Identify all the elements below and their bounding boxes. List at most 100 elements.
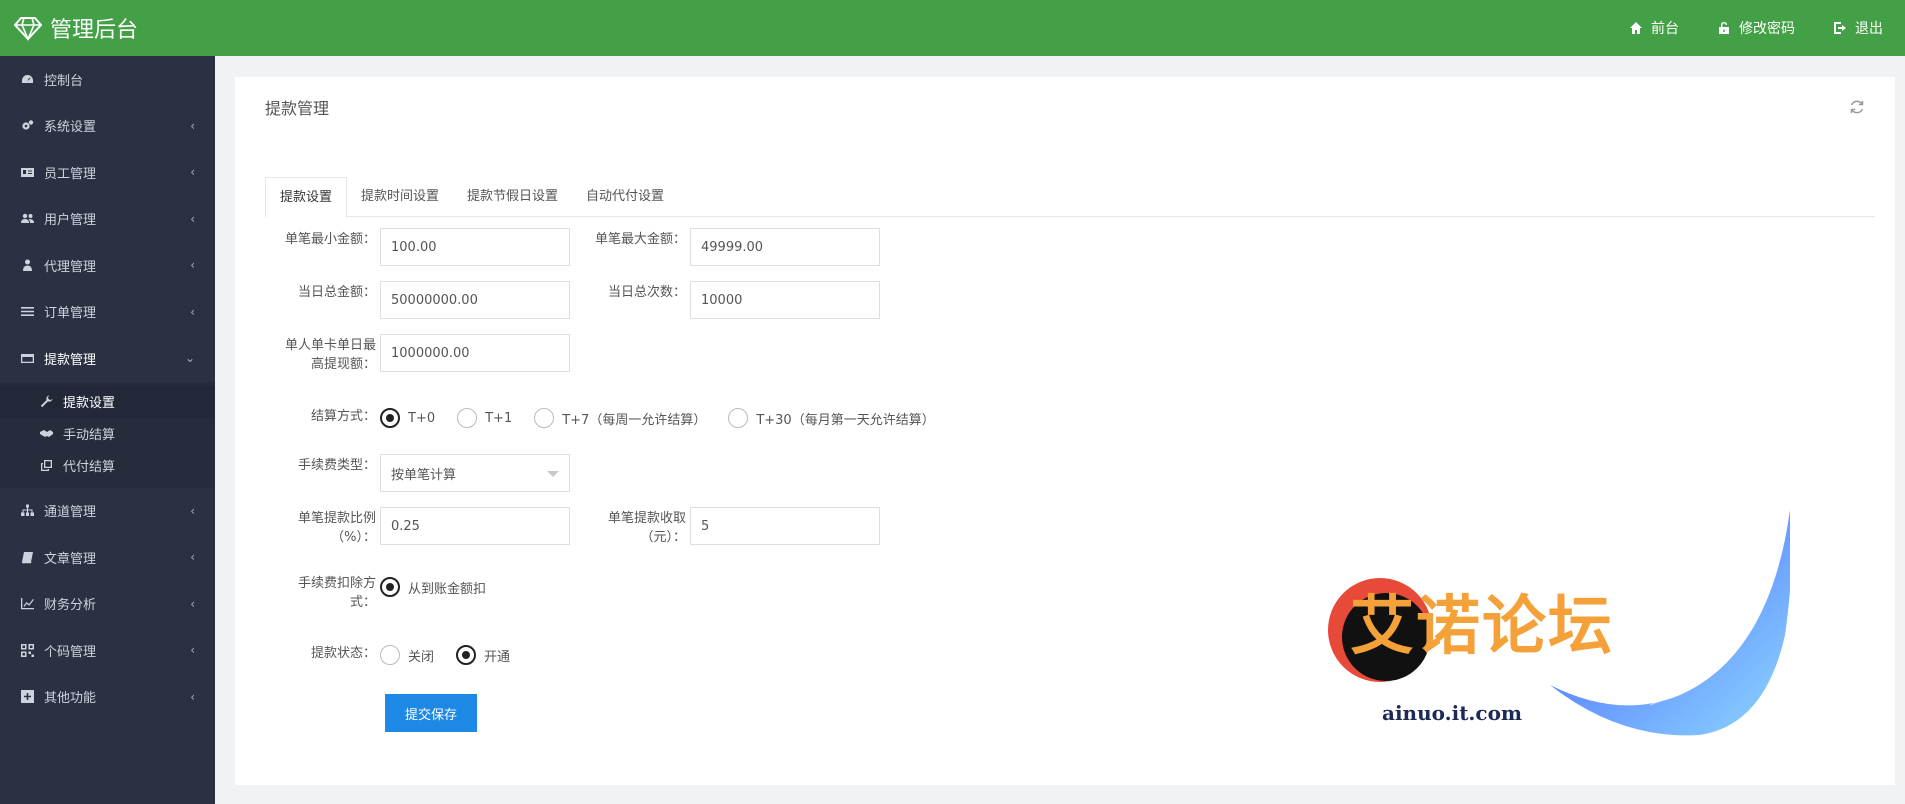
row-card-daily-max: 单人单卡单日最 高提现额：	[265, 334, 570, 374]
radio-dot	[456, 645, 477, 665]
daily-count-input[interactable]	[690, 281, 880, 319]
qrcode-icon	[20, 643, 34, 657]
watermark-url: ainuo.it.com	[1382, 701, 1523, 725]
settings-tabs: 提款设置 提款时间设置 提款节假日设置 自动代付设置	[265, 177, 1875, 218]
row-fee-fixed: 单笔提款收取 （元）：	[575, 507, 880, 547]
sidebar-item-withdrawals[interactable]: 提款管理 ⌄	[0, 335, 215, 382]
sidebar-item-staff[interactable]: 员工管理 ‹	[0, 149, 215, 196]
row-fee-deduct: 手续费扣除方 式： 从到账金额扣	[265, 574, 508, 612]
row-settle-mode: 结算方式： T+0 T+1 T+7（每周一允许结算） T+30（每月第一天允许结…	[265, 405, 957, 431]
chevron-left-icon: ‹	[190, 304, 195, 319]
sidebar-item-dashboard[interactable]: 控制台	[0, 56, 215, 103]
fee-deduct-label: 手续费扣除方 式：	[297, 576, 376, 610]
forum-watermark: 艾诺论坛 ainuo.it.com	[1320, 505, 1792, 765]
fee-type-select[interactable]: 按单笔计算	[380, 454, 570, 492]
status-group: 关闭 开通	[380, 642, 532, 668]
max-amount-input[interactable]	[690, 228, 880, 266]
fee-deduct-group: 从到账金额扣	[380, 574, 508, 600]
sidebar-item-agents[interactable]: 代理管理 ‹	[0, 242, 215, 289]
tab-withdraw-settings[interactable]: 提款设置	[265, 177, 348, 218]
logout-icon	[1834, 22, 1846, 34]
list-icon	[20, 305, 34, 319]
tab-auto-payout[interactable]: 自动代付设置	[572, 177, 678, 217]
radio-deduct-from-arrival[interactable]: 从到账金额扣	[380, 577, 486, 597]
min-amount-input[interactable]	[380, 228, 570, 266]
radio-dot	[380, 577, 400, 597]
radio-dot	[380, 645, 400, 665]
row-min-amount: 单笔最小金额：	[265, 228, 570, 266]
radio-status-open[interactable]: 开通	[456, 645, 510, 665]
radio-t7[interactable]: T+7（每周一允许结算）	[534, 408, 706, 428]
chevron-left-icon: ‹	[190, 643, 195, 658]
radio-t1[interactable]: T+1	[457, 408, 512, 428]
fee-rate-label: 单笔提款比例 （%）：	[297, 511, 376, 545]
sidebar-item-articles[interactable]: 文章管理 ‹	[0, 534, 215, 581]
brand[interactable]: 管理后台	[0, 12, 138, 44]
change-password-link[interactable]: 修改密码	[1717, 18, 1795, 38]
frontend-link[interactable]: 前台	[1629, 18, 1679, 38]
sidebar-item-other[interactable]: 其他功能 ‹	[0, 674, 215, 721]
top-header: 管理后台 前台 修改密码 退出	[0, 0, 1905, 56]
tab-withdraw-holidays[interactable]: 提款节假日设置	[453, 177, 572, 217]
diamond-icon	[14, 17, 42, 42]
min-amount-label: 单笔最小金额：	[284, 232, 376, 247]
chevron-down-icon: ⌄	[184, 351, 195, 366]
daily-count-label: 当日总次数：	[607, 285, 686, 300]
tab-withdraw-time[interactable]: 提款时间设置	[347, 177, 453, 217]
status-label: 提款状态：	[310, 646, 376, 661]
submit-save-button[interactable]: 提交保存	[385, 694, 477, 732]
handshake-icon	[40, 427, 54, 441]
row-status: 提款状态： 关闭 开通	[265, 642, 532, 668]
radio-dot	[534, 408, 555, 428]
radio-status-closed[interactable]: 关闭	[380, 645, 434, 665]
sidebar-subitem-manual-settle[interactable]: 手动结算	[0, 418, 215, 450]
radio-dot	[380, 408, 400, 428]
fee-rate-input[interactable]	[380, 507, 570, 545]
row-fee-rate: 单笔提款比例 （%）：	[265, 507, 570, 547]
card-daily-max-input[interactable]	[380, 334, 570, 372]
gears-icon	[20, 119, 34, 133]
sitemap-icon	[20, 504, 34, 518]
sidebar-item-finance[interactable]: 财务分析 ‹	[0, 581, 215, 628]
sidebar-subitem-withdraw-settings[interactable]: 提款设置	[0, 385, 215, 418]
fee-fixed-input[interactable]	[690, 507, 880, 545]
row-max-amount: 单笔最大金额：	[575, 228, 880, 266]
book-icon	[20, 550, 34, 564]
app-title: 管理后台	[50, 18, 139, 43]
user-tie-icon	[20, 258, 34, 272]
clone-icon	[40, 459, 54, 473]
refresh-icon[interactable]	[1849, 99, 1865, 115]
sidebar-item-users[interactable]: 用户管理 ‹	[0, 196, 215, 243]
chevron-left-icon: ‹	[190, 689, 195, 704]
chevron-left-icon: ‹	[190, 165, 195, 180]
id-card-icon	[20, 165, 34, 179]
withdrawal-submenu: 提款设置 手动结算 代付结算	[0, 381, 215, 488]
radio-t30[interactable]: T+30（每月第一天允许结算）	[728, 408, 935, 428]
caret-down-icon	[547, 471, 559, 477]
sidebar-item-channels[interactable]: 通道管理 ‹	[0, 488, 215, 535]
radio-t0[interactable]: T+0	[380, 408, 435, 428]
sidebar-subitem-payout-settle[interactable]: 代付结算	[0, 450, 215, 482]
line-chart-icon	[20, 597, 34, 611]
page-title: 提款管理	[265, 99, 330, 118]
wrench-icon	[40, 395, 54, 409]
row-daily-total: 当日总金额：	[265, 281, 570, 319]
row-daily-count: 当日总次数：	[575, 281, 880, 319]
daily-total-input[interactable]	[380, 281, 570, 319]
fee-fixed-label: 单笔提款收取 （元）：	[607, 511, 686, 545]
sidebar-item-orders[interactable]: 订单管理 ‹	[0, 289, 215, 336]
chevron-left-icon: ‹	[190, 503, 195, 518]
plus-square-icon	[20, 690, 34, 704]
fee-type-label: 手续费类型：	[297, 458, 376, 473]
chevron-left-icon: ‹	[190, 211, 195, 226]
card-daily-max-label: 单人单卡单日最 高提现额：	[284, 338, 376, 372]
logout-link[interactable]: 退出	[1833, 18, 1883, 38]
home-icon	[1630, 22, 1642, 34]
sidebar-item-system-settings[interactable]: 系统设置 ‹	[0, 103, 215, 150]
radio-dot	[457, 408, 478, 428]
chevron-left-icon: ‹	[190, 550, 195, 565]
sidebar-item-qrcodes[interactable]: 个码管理 ‹	[0, 627, 215, 674]
chevron-left-icon: ‹	[190, 596, 195, 611]
row-fee-type: 手续费类型： 按单笔计算	[265, 454, 570, 492]
users-icon	[20, 212, 34, 226]
